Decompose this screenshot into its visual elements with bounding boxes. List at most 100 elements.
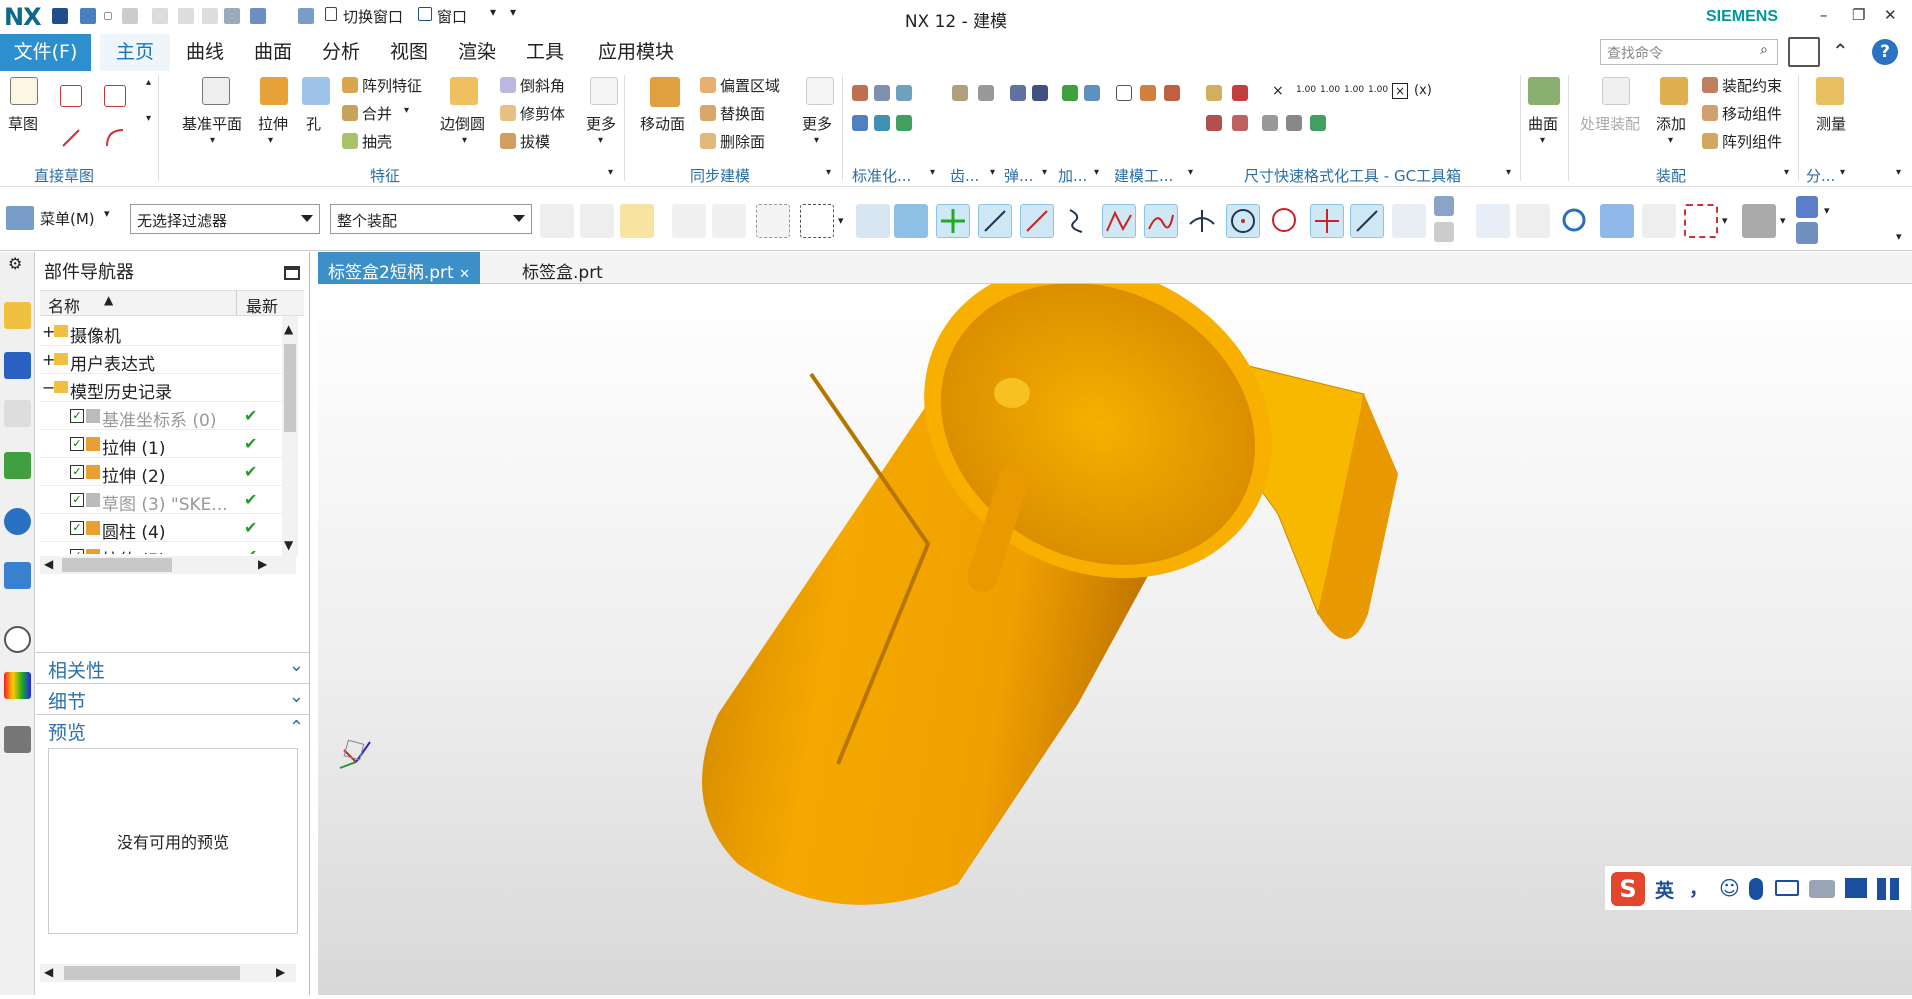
replace-face-icon[interactable] xyxy=(700,105,716,121)
add-component-icon[interactable] xyxy=(1660,77,1688,105)
circle-center-icon[interactable] xyxy=(1226,204,1260,238)
intersection-snap-icon[interactable] xyxy=(1102,204,1136,238)
standard-part-icon[interactable] xyxy=(874,85,890,101)
select-solid-icon[interactable] xyxy=(856,204,890,238)
ime-punct-toggle[interactable]: ， xyxy=(1689,874,1708,901)
move-component-label[interactable]: 移动组件 xyxy=(1722,103,1782,124)
replace-face-label[interactable]: 替换面 xyxy=(720,103,765,124)
feature-checkbox[interactable]: ✓ xyxy=(70,465,84,479)
analysis-dropdown-icon[interactable]: ▾ xyxy=(1840,167,1845,178)
select-box-icon[interactable] xyxy=(756,204,790,238)
move-face-label[interactable]: 移动面 xyxy=(640,113,685,134)
tab-applications[interactable]: 应用模块 xyxy=(584,34,688,71)
add-component-label[interactable]: 添加 xyxy=(1656,113,1686,134)
maximize-pane-icon[interactable] xyxy=(284,266,300,280)
datum-plane-label[interactable]: 基准平面 xyxy=(182,113,242,134)
more-features-label[interactable]: 更多 xyxy=(586,113,616,134)
arc-icon[interactable] xyxy=(104,127,126,149)
edge-blend-label[interactable]: 边倒圆 xyxy=(440,113,485,134)
gear-icon[interactable] xyxy=(978,85,994,101)
navigator-hscrollbar[interactable]: ◀ ▶ xyxy=(40,556,296,574)
scroll-up-icon[interactable]: ▲ xyxy=(284,322,293,336)
close-button[interactable]: ✕ xyxy=(1884,6,1897,24)
spring-dropdown-icon[interactable]: ▾ xyxy=(1042,167,1047,178)
feature-checkbox[interactable]: ✓ xyxy=(70,549,84,554)
navigator-tree[interactable]: + 摄像机 + 用户表达式 − 模型历史记录 ✓ 基准坐标系 (0) ✔ ✓ 拉伸 (1) ✔ ✓ 拉伸 … xyxy=(40,318,290,554)
menu-button[interactable]: 菜单(M) xyxy=(40,208,95,229)
tab-home[interactable]: 主页 xyxy=(100,34,170,71)
line-icon[interactable] xyxy=(60,127,82,149)
chamfer-icon[interactable] xyxy=(500,77,516,93)
skin-icon[interactable] xyxy=(1845,878,1867,898)
search-icon[interactable]: ⌕ xyxy=(1760,42,1768,58)
show-hide-icon[interactable] xyxy=(1796,196,1818,218)
tree-row[interactable]: ✓ 草图 (3) "SKE... ✔ xyxy=(40,486,287,515)
point-on-face-icon[interactable] xyxy=(1392,204,1426,238)
shell-icon[interactable] xyxy=(342,133,358,149)
edge-blend-dropdown-icon[interactable]: ▾ xyxy=(462,135,467,146)
curve-point-icon[interactable] xyxy=(1144,204,1178,238)
tree-row[interactable]: ✓ 拉伸 (5) ✔ xyxy=(40,542,287,554)
gear-dropdown-icon[interactable]: ▾ xyxy=(990,167,995,178)
unite-label[interactable]: 合并 xyxy=(362,103,392,124)
keyboard-icon[interactable] xyxy=(1775,880,1799,896)
tab-analysis[interactable]: 分析 xyxy=(310,34,372,71)
tab-curve[interactable]: 曲线 xyxy=(174,34,236,71)
existing-point-icon[interactable] xyxy=(1310,204,1344,238)
spring-icon[interactable] xyxy=(1032,85,1048,101)
sketch-more-up-icon[interactable]: ▴ xyxy=(146,77,151,88)
fit-view-dropdown-icon[interactable]: ▾ xyxy=(1722,214,1728,227)
close-icon[interactable]: ✕ xyxy=(459,267,470,282)
ribbon-options-icon[interactable]: ▾ xyxy=(1896,167,1901,178)
pattern-component-label[interactable]: 阵列组件 xyxy=(1722,131,1782,152)
extrude-dropdown-icon[interactable]: ▾ xyxy=(268,135,273,146)
standard-part-icon[interactable] xyxy=(852,85,868,101)
surface-icon[interactable] xyxy=(1528,77,1560,105)
quadrant-point-icon[interactable] xyxy=(1268,204,1302,238)
gc-multiply-icon[interactable]: × xyxy=(1272,83,1284,99)
gc-tool-icon[interactable] xyxy=(1286,115,1302,131)
select-face-icon[interactable] xyxy=(894,204,928,238)
feature-group-dropdown-icon[interactable]: ▾ xyxy=(608,167,613,178)
gc-paren-icon[interactable]: (x) xyxy=(1414,83,1432,98)
move-component-icon[interactable] xyxy=(1702,105,1718,121)
more-sync-label[interactable]: 更多 xyxy=(802,113,832,134)
translate-icon[interactable] xyxy=(1809,880,1835,898)
gc-format-icon[interactable]: 1.00 xyxy=(1344,85,1364,95)
feature-checkbox[interactable]: ✓ xyxy=(70,437,84,451)
minimize-button[interactable]: – xyxy=(1820,6,1828,24)
modeling-tools-dropdown-icon[interactable]: ▾ xyxy=(1188,167,1193,178)
rectangle-select-dropdown-icon[interactable]: ▾ xyxy=(838,214,844,227)
scroll-left-icon[interactable]: ◀ xyxy=(44,965,53,979)
sketch-icon[interactable] xyxy=(10,77,38,105)
bounded-grid-icon[interactable] xyxy=(1434,196,1454,216)
toolbar-dropdown-icon[interactable]: ▾ xyxy=(1824,204,1830,217)
menu-icon[interactable] xyxy=(6,206,34,230)
tab-tools[interactable]: 工具 xyxy=(514,34,576,71)
view-layout-icon[interactable] xyxy=(1642,204,1676,238)
standardize-dropdown-icon[interactable]: ▾ xyxy=(930,167,935,178)
tree-row[interactable]: + 用户表达式 xyxy=(40,346,287,375)
gc-box-icon[interactable]: × xyxy=(1392,83,1408,99)
scroll-down-icon[interactable]: ▼ xyxy=(284,538,293,552)
hole-label[interactable]: 孔 xyxy=(306,113,321,134)
assembly-navigator-icon[interactable] xyxy=(4,302,31,329)
tree-row[interactable]: ✓ 拉伸 (2) ✔ xyxy=(40,458,287,487)
gc-tool-icon[interactable] xyxy=(1232,115,1248,131)
more-sync-dropdown-icon[interactable]: ▾ xyxy=(814,135,819,146)
control-point-icon[interactable] xyxy=(1060,204,1094,238)
extrude-icon[interactable] xyxy=(260,77,288,105)
zoom-icon[interactable] xyxy=(1516,204,1550,238)
offset-region-icon[interactable] xyxy=(700,77,716,93)
grid-icon[interactable] xyxy=(1434,222,1454,242)
modeling-tool-icon[interactable] xyxy=(1140,85,1156,101)
modeling-tool-icon[interactable] xyxy=(1164,85,1180,101)
datum-plane-icon[interactable] xyxy=(202,77,230,105)
standard-part-icon[interactable] xyxy=(896,115,912,131)
clock-icon[interactable] xyxy=(4,626,31,653)
surface-label[interactable]: 曲面 xyxy=(1528,113,1558,134)
machining-dropdown-icon[interactable]: ▾ xyxy=(1094,167,1099,178)
web-browser-icon[interactable] xyxy=(4,508,31,535)
fit-view-icon[interactable] xyxy=(1684,204,1718,238)
command-search-input[interactable]: 查找命令 xyxy=(1600,39,1778,65)
